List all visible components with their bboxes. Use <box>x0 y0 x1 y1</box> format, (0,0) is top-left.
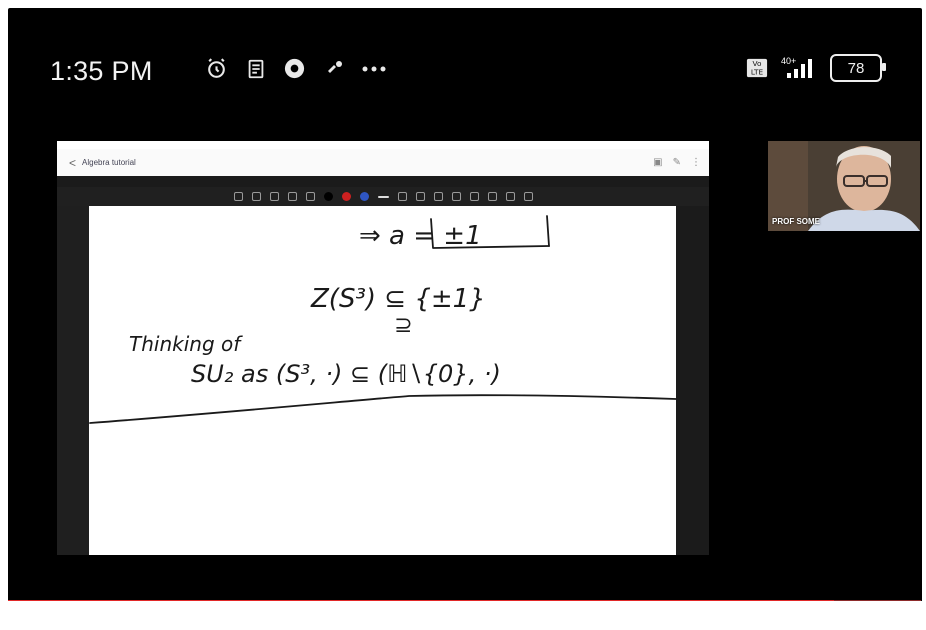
equation-line-4: Thinking of <box>129 332 243 356</box>
zoom-icon[interactable] <box>523 192 533 201</box>
canvas-right-gutter <box>676 206 709 555</box>
ruler-icon[interactable] <box>505 192 515 201</box>
right-status: Vo LTE 40+ 78 <box>746 54 886 82</box>
whiteboard-canvas[interactable]: ⇒ a = ±1 Z(S³) ⊆ {±1} ⊇ Thinking of SU₂ … <box>89 206 676 555</box>
redo-icon[interactable] <box>415 192 425 201</box>
equation-line-3: ⊇ <box>394 313 412 338</box>
battery-indicator: 78 <box>830 54 886 82</box>
shared-app-header: < Algebra tutorial ▣ ✎ ⋮ <box>57 149 709 176</box>
network-type-icon: Vo LTE <box>746 58 768 78</box>
network-top-label: 40+ <box>781 56 797 66</box>
tool-eraser-icon[interactable] <box>287 192 297 201</box>
notification-icon <box>322 57 346 81</box>
shared-app-title: Algebra tutorial <box>82 158 136 167</box>
back-button[interactable]: < <box>69 156 76 170</box>
layout-icon[interactable]: ▣ <box>653 157 662 168</box>
status-time: 1:35 PM <box>50 56 153 86</box>
tool-shape-icon[interactable] <box>305 192 315 201</box>
equation-line-5: SU₂ as (S³, ·) ⊆ (ℍ∖{0}, ·) <box>191 360 501 388</box>
text-icon[interactable] <box>469 192 479 201</box>
pen-icon[interactable]: ✎ <box>673 157 681 168</box>
tool-pen-icon[interactable] <box>251 192 261 201</box>
shared-screen: < Algebra tutorial ▣ ✎ ⋮ ⇒ a = ±1 Z(S³) … <box>57 141 709 555</box>
alarm-icon <box>204 56 229 81</box>
black-color-swatch[interactable] <box>323 192 333 201</box>
canvas-left-gutter <box>57 206 89 555</box>
blue-color-swatch[interactable] <box>359 192 369 201</box>
equation-line-2: Z(S³) ⊆ {±1} <box>310 284 486 314</box>
lasso-icon[interactable] <box>451 192 461 201</box>
undo-icon[interactable] <box>397 192 407 201</box>
video-thumbnail[interactable]: PROF SOME <box>768 141 920 231</box>
chrome-icon <box>283 57 306 80</box>
handwriting-layer: ⇒ a = ±1 Z(S³) ⊆ {±1} ⊇ Thinking of SU₂ … <box>89 215 676 424</box>
status-icons <box>204 56 386 81</box>
insert-icon[interactable] <box>433 192 443 201</box>
shared-status-strip <box>57 141 709 149</box>
header-tools: ▣ ✎ ⋮ <box>653 157 701 168</box>
stroke-width-icon[interactable] <box>377 195 389 198</box>
more-menu-icon[interactable]: ⋮ <box>691 157 701 168</box>
tool-highlighter-icon[interactable] <box>269 192 279 201</box>
tool-select-icon[interactable] <box>233 192 243 201</box>
drawing-toolbar <box>57 187 709 206</box>
signal-icon: 40+ <box>778 56 820 80</box>
presenter-name: PROF SOME <box>772 217 821 226</box>
battery-label: 78 <box>847 59 865 77</box>
image-icon[interactable] <box>487 192 497 201</box>
red-color-swatch[interactable] <box>341 192 351 201</box>
svg-text:LTE: LTE <box>751 67 764 76</box>
status-bar: 1:35 PM Vo LTE 40+ 78 <box>8 8 922 118</box>
notes-icon <box>245 58 267 80</box>
more-icon <box>362 63 386 75</box>
bottom-sheet <box>8 601 922 630</box>
equation-line-1: ⇒ a = ±1 <box>359 221 482 251</box>
